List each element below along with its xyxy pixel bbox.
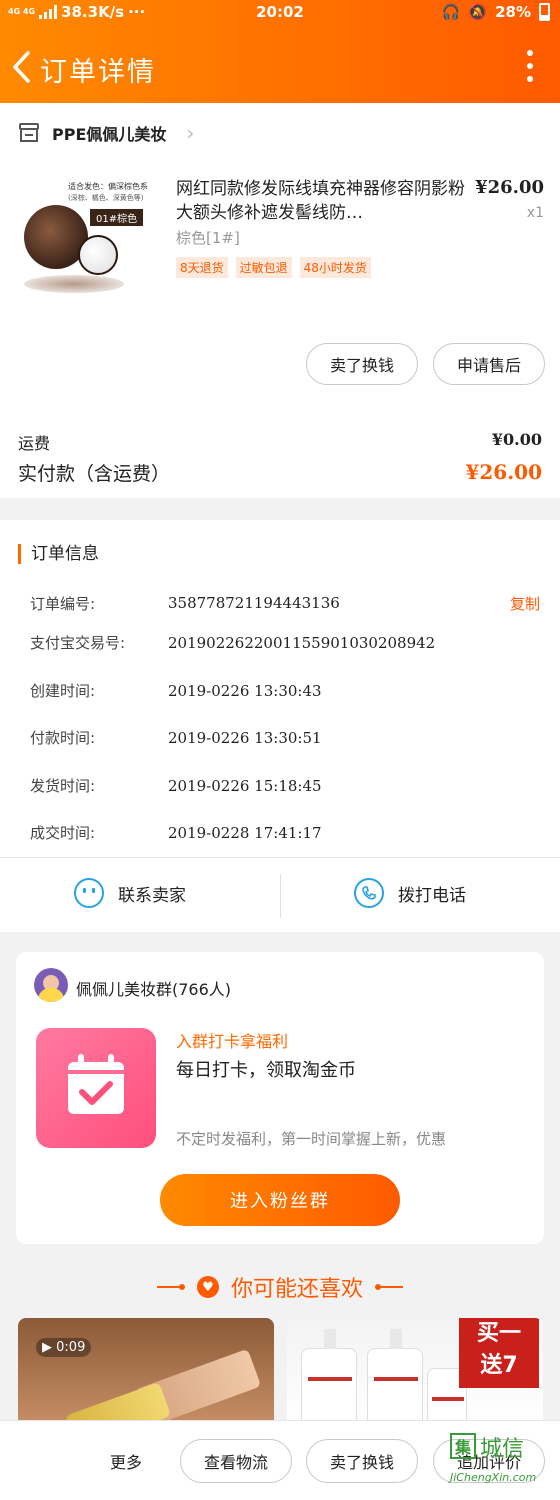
order-number-label: 订单编号: xyxy=(30,595,96,613)
watermark: 集 城信 JiChengXin.com xyxy=(440,1427,560,1497)
recommend-item[interactable]: 买一 送7 xyxy=(287,1318,543,1428)
avatar xyxy=(34,968,68,1002)
order-number-value: 358778721194443136 xyxy=(168,594,340,612)
product-spec: 棕色[1#] xyxy=(176,229,240,247)
headset-icon: 🎧 xyxy=(441,3,461,21)
sell-button-bottom[interactable]: 卖了换钱 xyxy=(306,1439,418,1483)
app-header: 4G 4G 38.3K/s ··· 20:02 🎧 🔕 28% 订单详情 xyxy=(0,0,560,103)
mute-icon: 🔕 xyxy=(468,3,488,21)
product-image-label: 01#棕色 xyxy=(90,209,144,226)
shipped-time-label: 发货时间: xyxy=(30,777,96,795)
chat-face-icon xyxy=(74,878,104,908)
order-info-card: 订单信息 订单编号: 358778721194443136 复制 支付宝交易号:… xyxy=(0,520,560,857)
battery-percent: 28% xyxy=(495,3,531,21)
recommend-title: 你可能还喜欢 xyxy=(230,1277,363,1302)
fan-group-card: 佩佩儿美妆群(766人) 入群打卡拿福利 每日打卡，领取淘金币 不定时发福利，第… xyxy=(16,952,544,1244)
contact-bar: 联系卖家 拨打电话 xyxy=(0,857,560,932)
paid-value: ¥26.00 xyxy=(465,460,542,484)
recommend-header: ♥ 你可能还喜欢 xyxy=(0,1262,560,1312)
bottle-image xyxy=(367,1329,423,1428)
product-image-caption: 适合发色：偏深棕色系 xyxy=(68,182,148,191)
watermark-name: 城信 xyxy=(480,1437,525,1462)
paid-time-label: 付款时间: xyxy=(30,729,96,747)
more-button[interactable]: 更多 xyxy=(110,1449,142,1473)
shop-name: PPE佩佩儿美妆 xyxy=(52,125,167,144)
service-tags: 8天退货 过敏包退 48小时发货 xyxy=(176,257,371,278)
play-icon: ▶ xyxy=(42,1340,57,1355)
service-tag: 48小时发货 xyxy=(299,257,371,278)
status-bar: 4G 4G 38.3K/s ··· 20:02 🎧 🔕 28% xyxy=(0,0,560,26)
title-bar: 订单详情 xyxy=(0,40,560,94)
more-menu-icon[interactable] xyxy=(526,50,534,82)
shipping-value: ¥0.00 xyxy=(491,430,542,449)
created-time-label: 创建时间: xyxy=(30,682,96,700)
alipay-trade-value: 2019022622001155901030208942 xyxy=(168,634,436,652)
contact-seller-label: 联系卖家 xyxy=(118,885,186,906)
phone-icon xyxy=(354,878,384,908)
order-info-title: 订单信息 xyxy=(18,544,99,564)
deal-time-value: 2019-0228 17:41:17 xyxy=(168,824,322,842)
puff-icon xyxy=(78,235,118,275)
promo-subtitle: 每日打卡，领取淘金币 xyxy=(176,1060,356,1081)
call-button[interactable]: 拨打电话 xyxy=(354,878,466,908)
video-duration-badge: ▶ 0:09 xyxy=(36,1338,92,1357)
paid-label: 实付款（含运费） xyxy=(18,463,171,485)
apply-aftersale-button[interactable]: 申请售后 xyxy=(433,343,545,385)
chevron-right-icon: › xyxy=(186,121,195,145)
group-name: 佩佩儿美妆群(766人) xyxy=(76,980,232,999)
sell-button[interactable]: 卖了换钱 xyxy=(306,343,418,385)
deal-time-label: 成交时间: xyxy=(30,824,96,842)
promo-description: 不定时发福利，第一时间掌握上新，优惠 xyxy=(176,1130,447,1148)
join-group-button[interactable]: 进入粉丝群 xyxy=(160,1174,400,1226)
product-image[interactable]: 适合发色：偏深棕色系 (深棕、橘色、深黄色等) 01#棕色 xyxy=(18,175,160,315)
shipped-time-value: 2019-0226 15:18:45 xyxy=(168,777,322,795)
bottle-image xyxy=(301,1329,357,1428)
heart-icon: ♥ xyxy=(196,1276,219,1298)
created-time-value: 2019-0226 13:30:43 xyxy=(168,682,322,700)
shop-row[interactable]: PPE佩佩儿美妆 › xyxy=(18,121,194,145)
shop-icon xyxy=(19,123,39,142)
calendar-check-icon xyxy=(36,1028,156,1148)
deco-line-right xyxy=(375,1284,403,1290)
product-image-caption-2: (深棕、橘色、深黄色等) xyxy=(68,194,144,202)
watermark-logo: 集 xyxy=(450,1433,476,1459)
promo-title: 入群打卡拿福利 xyxy=(176,1032,289,1051)
product-price: ¥26.00 xyxy=(475,177,544,198)
deco-line-left xyxy=(156,1284,185,1290)
service-tag: 过敏包退 xyxy=(235,257,292,278)
page-title: 订单详情 xyxy=(40,57,156,88)
promo-badge: 买一 送7 xyxy=(459,1318,539,1388)
shipping-label: 运费 xyxy=(18,434,51,453)
powder-smear xyxy=(24,275,124,293)
call-label: 拨打电话 xyxy=(398,885,466,906)
alipay-trade-label: 支付宝交易号: xyxy=(30,634,126,652)
copy-button[interactable]: 复制 xyxy=(510,593,540,614)
back-arrow-icon[interactable] xyxy=(10,50,36,84)
product-title[interactable]: 网红同款修发际线填充神器修容阴影粉大额头修补遮发髻线防… xyxy=(176,177,466,225)
bottom-action-bar: 更多 查看物流 卖了换钱 追加评价 集 城信 JiChengXin.com xyxy=(0,1420,560,1500)
view-logistics-button[interactable]: 查看物流 xyxy=(180,1439,292,1483)
product-quantity: x1 xyxy=(526,205,544,221)
battery-icon xyxy=(539,3,550,21)
service-tag: 8天退货 xyxy=(176,257,228,278)
watermark-url: JiChengXin.com xyxy=(450,1471,537,1484)
recommend-item[interactable]: ▶ 0:09 xyxy=(18,1318,274,1428)
order-product-card: PPE佩佩儿美妆 › 适合发色：偏深棕色系 (深棕、橘色、深黄色等) 01#棕色… xyxy=(0,103,560,498)
contact-seller-button[interactable]: 联系卖家 xyxy=(74,878,186,908)
status-right: 🎧 🔕 28% xyxy=(442,3,550,21)
paid-time-value: 2019-0226 13:30:51 xyxy=(168,729,322,747)
divider xyxy=(280,874,281,918)
